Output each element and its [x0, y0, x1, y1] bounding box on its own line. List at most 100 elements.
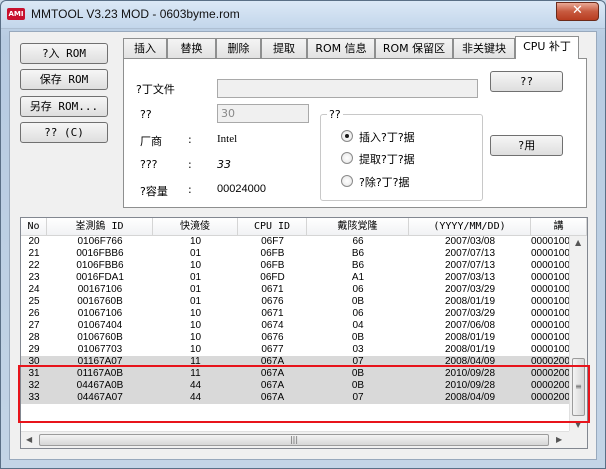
cell-platform: 11: [190, 368, 201, 379]
cell-no: 20: [28, 236, 40, 247]
vendor-value: Intel: [217, 133, 238, 145]
cell-revision: 06: [352, 308, 364, 319]
cell-id: 00167106: [77, 284, 123, 295]
table-row[interactable]: 26 01067106 10 0671 06 2007/03/29 0000100: [21, 308, 569, 320]
radio-extract-label[interactable]: 提取?丁?据: [359, 151, 415, 167]
cell-platform: 01: [189, 284, 202, 295]
tab-replace[interactable]: 替换: [167, 38, 216, 58]
cell-id: 0016FDA1: [76, 272, 124, 283]
cell-date: 2007/06/08: [444, 320, 496, 331]
table-row[interactable]: 27 01067404 10 0674 04 2007/06/08 0000100: [21, 320, 569, 332]
cell-no: 21: [28, 248, 40, 259]
apply-button[interactable]: ?用: [490, 135, 563, 156]
col-no[interactable]: No: [21, 218, 47, 236]
client-area: ?入 ROM 保存 ROM 另存 ROM... ?? (C) 插入 替换 删除 …: [9, 31, 597, 460]
scroll-corner: [569, 431, 587, 448]
table-row[interactable]: 28 0106760B 10 0676 0B 2008/01/19 0000100: [21, 332, 569, 344]
cell-date: 2010/09/28: [444, 380, 496, 391]
col-revision[interactable]: 戴陔覚隆: [307, 218, 409, 236]
cell-no: 26: [28, 308, 40, 319]
table-body: 20 0106F766 10 06F7 66 2007/03/08 0000100 21 001…: [21, 236, 569, 431]
save-rom-as-button[interactable]: 另存 ROM...: [20, 96, 108, 117]
table-row[interactable]: 22 0106FBB6 10 06FB B6 2007/07/13 0000100: [21, 260, 569, 272]
browse-button[interactable]: ??: [490, 71, 563, 92]
radio-insert-label[interactable]: 插入?丁?据: [359, 129, 415, 145]
cell-date: 2007/03/08: [444, 236, 496, 247]
radio-insert-patch[interactable]: [341, 130, 353, 142]
tab-cpu-patch[interactable]: CPU 补丁: [515, 36, 579, 59]
vertical-scroll-thumb[interactable]: ≡: [572, 358, 585, 416]
radio-delete-label[interactable]: ?除?丁?据: [359, 174, 410, 190]
tab-non-critical[interactable]: 非关键块: [453, 38, 515, 58]
cell-id: 04467A07: [77, 392, 123, 403]
cell-cpu-id: 067A: [260, 368, 285, 379]
cell-size: 0000100: [531, 308, 569, 319]
horizontal-scroll-thumb[interactable]: |||: [39, 434, 549, 446]
col-date[interactable]: (YYYY/MM/DD): [409, 218, 531, 236]
cell-platform: 01: [189, 248, 202, 259]
scroll-down-icon[interactable]: ▼: [575, 420, 581, 429]
table-row[interactable]: 20 0106F766 10 06F7 66 2007/03/08 0000100: [21, 236, 569, 248]
cell-id: 0106FBB6: [76, 260, 124, 271]
title-bar[interactable]: AMI MMTOOL V3.23 MOD - 0603byme.rom ✕: [1, 1, 605, 29]
col-platform[interactable]: 快滰倰: [153, 218, 238, 236]
tab-rom-info[interactable]: ROM 信息: [307, 38, 375, 58]
cell-date: 2007/03/29: [444, 308, 496, 319]
patch-file-field[interactable]: [217, 79, 478, 98]
cell-date: 2008/01/19: [444, 332, 496, 343]
ami-logo-icon: AMI: [7, 8, 25, 20]
cell-no: 22: [28, 260, 40, 271]
cell-size: 0000100: [531, 272, 569, 283]
cell-size: 0000200: [531, 356, 569, 367]
about-button[interactable]: ?? (C): [20, 122, 108, 143]
scroll-left-icon[interactable]: ◀: [26, 435, 32, 444]
cell-date: 2007/07/13: [444, 260, 496, 271]
table-row[interactable]: 32 04467A0B 44 067A 0B 2010/09/28 0000200: [21, 380, 569, 392]
tab-delete[interactable]: 删除: [216, 38, 261, 58]
radio-extract-patch[interactable]: [341, 152, 353, 164]
scroll-right-icon[interactable]: ▶: [556, 435, 562, 444]
close-button[interactable]: ✕: [556, 2, 599, 21]
table-row[interactable]: 30 01167A07 11 067A 07 2008/04/09 0000200: [21, 356, 569, 368]
table-row[interactable]: 29 01067703 10 0677 03 2008/01/19 0000100: [21, 344, 569, 356]
col-cpu-id[interactable]: CPU ID: [238, 218, 307, 236]
table-row[interactable]: 25 0016760B 01 0676 0B 2008/01/19 0000100: [21, 296, 569, 308]
horizontal-scrollbar[interactable]: ◀ ||| ▶: [21, 431, 569, 448]
table-row[interactable]: 23 0016FDA1 01 06FD A1 2007/03/13 0000100: [21, 272, 569, 284]
cell-platform: 11: [190, 356, 201, 367]
tab-insert[interactable]: 插入: [123, 38, 167, 58]
cell-size: 0000100: [531, 332, 569, 343]
radio-delete-patch[interactable]: [341, 175, 353, 187]
cell-cpu-id: 0671: [261, 308, 284, 319]
cell-no: 25: [28, 296, 40, 307]
col-size[interactable]: 講: [531, 218, 587, 236]
vertical-scrollbar[interactable]: ▲ ≡ ▼: [569, 236, 587, 431]
capacity-value: 00024000: [217, 183, 266, 195]
tab-rom-reserved[interactable]: ROM 保留区: [375, 38, 453, 58]
table-row[interactable]: 21 0016FBB6 01 06FB B6 2007/07/13 0000100: [21, 248, 569, 260]
cell-id: 0016FBB6: [76, 248, 124, 259]
col-id[interactable]: 峑測鎢 ID: [47, 218, 153, 236]
cell-revision: 0B: [351, 332, 365, 343]
save-rom-button[interactable]: 保存 ROM: [20, 69, 108, 90]
cell-cpu-id: 0671: [261, 284, 284, 295]
cell-size: 0000100: [531, 296, 569, 307]
table-row[interactable]: 24 00167106 01 0671 06 2007/03/29 0000100: [21, 284, 569, 296]
cell-cpu-id: 0677: [261, 344, 284, 355]
cell-date: 2007/03/29: [444, 284, 496, 295]
number-field[interactable]: 30: [217, 104, 309, 123]
cell-cpu-id: 06FB: [260, 260, 285, 271]
table-row[interactable]: 33 04467A07 44 067A 07 2008/04/09 0000200: [21, 392, 569, 404]
load-rom-button[interactable]: ?入 ROM: [20, 43, 108, 64]
cell-no: 28: [28, 332, 40, 343]
cell-revision: B6: [351, 248, 365, 259]
tab-extract[interactable]: 提取: [261, 38, 307, 58]
cell-id: 01167A07: [77, 356, 123, 367]
cell-id: 0106F766: [77, 236, 123, 247]
table-row[interactable]: 31 01167A0B 11 067A 0B 2010/09/28 0000200: [21, 368, 569, 380]
cell-id: 04467A0B: [76, 380, 124, 391]
cell-platform: 10: [189, 320, 202, 331]
cell-revision: A1: [351, 272, 365, 283]
scroll-up-icon[interactable]: ▲: [575, 238, 581, 247]
cell-revision: 0B: [351, 296, 365, 307]
